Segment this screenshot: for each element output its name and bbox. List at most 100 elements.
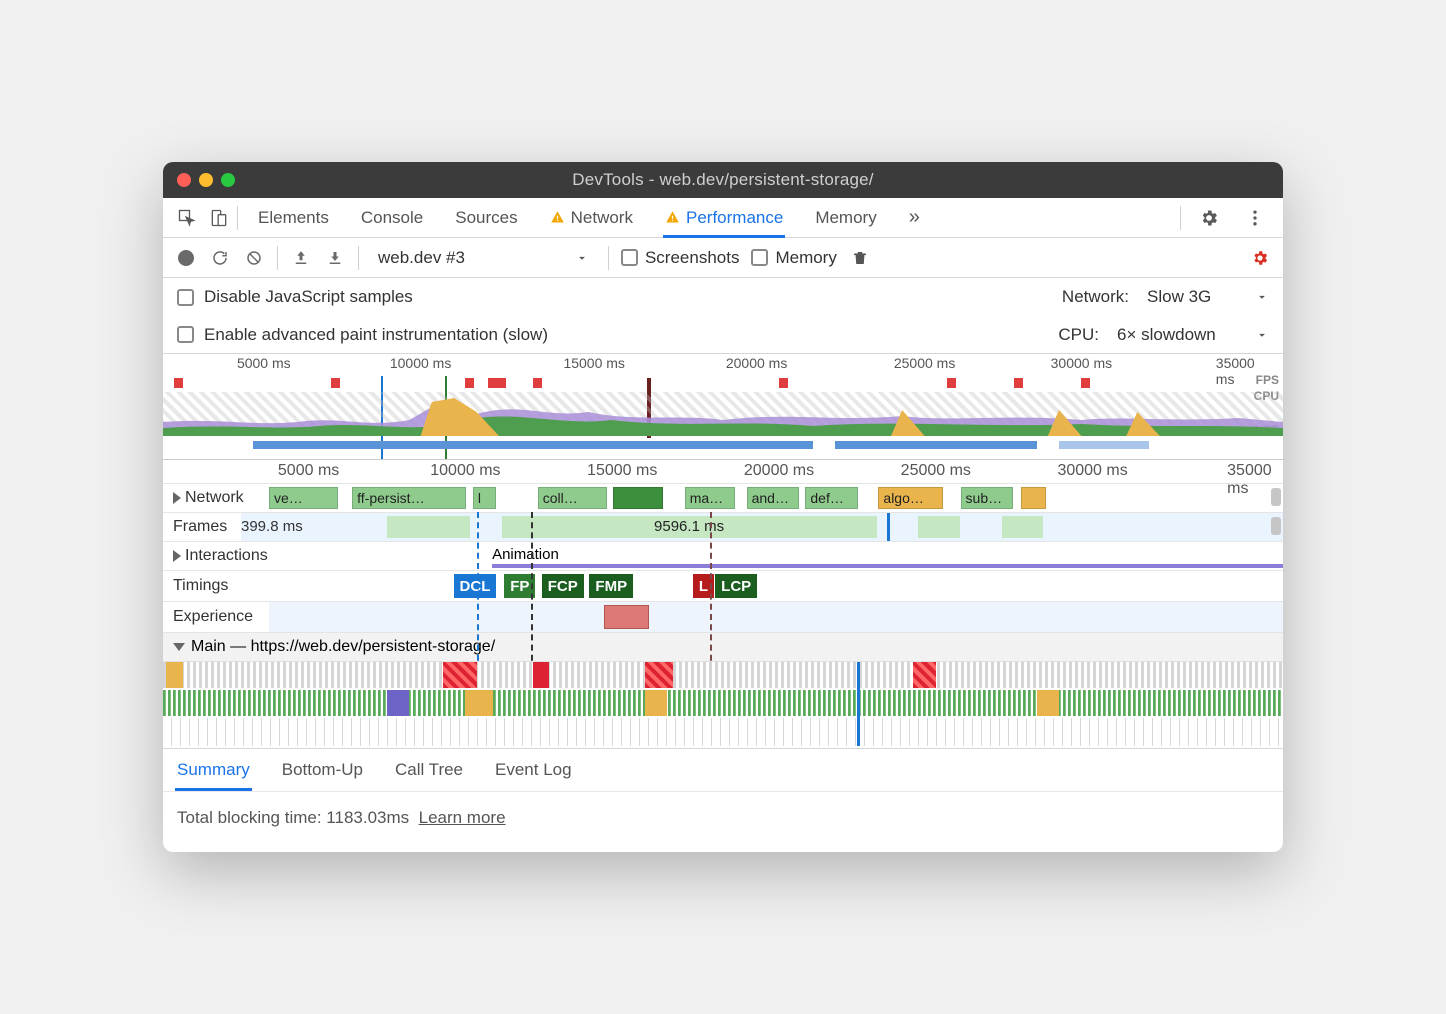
track-interactions[interactable]: Interactions Animation [163,542,1283,571]
maximize-window-button[interactable] [221,173,235,187]
network-throttle-label: Network: [1062,287,1129,307]
summary-panel: Total blocking time: 1183.03ms Learn mor… [163,792,1283,852]
tab-console[interactable]: Console [359,198,425,237]
recording-select[interactable]: web.dev #3 [371,244,596,272]
tab-performance[interactable]: Performance [663,198,785,237]
minimize-window-button[interactable] [199,173,213,187]
network-request-bar[interactable] [613,487,664,509]
detail-ruler[interactable]: 5000 ms 10000 ms 15000 ms 20000 ms 25000… [163,460,1283,484]
tab-sources[interactable]: Sources [453,198,519,237]
separator [608,246,609,270]
layout-shift-block[interactable] [604,605,650,629]
scrollbar-thumb[interactable] [1271,488,1281,506]
tab-event-log[interactable]: Event Log [493,750,574,790]
warning-icon [550,210,565,225]
scrollbar-thumb[interactable] [1271,517,1281,535]
network-request-bar[interactable]: def… [805,487,858,509]
playhead-marker[interactable] [887,513,890,541]
chevron-down-icon[interactable] [1255,328,1269,342]
tab-bottom-up[interactable]: Bottom-Up [280,750,365,790]
record-button[interactable] [175,247,197,269]
settings-icon[interactable] [1195,204,1223,232]
disable-js-checkbox[interactable] [177,289,194,306]
devtools-window: DevTools - web.dev/persistent-storage/ E… [163,162,1283,852]
network-request-bar[interactable]: algo… [878,487,943,509]
separator [237,206,238,230]
network-lane[interactable]: ve… ff-persist… l coll… ma… and…def… algo… sub… [269,484,1283,512]
collapse-icon[interactable] [173,643,185,651]
interaction-label: Animation [492,546,559,563]
network-request-bar[interactable] [1021,487,1045,509]
network-request-bar[interactable]: ma… [685,487,736,509]
frames-lane[interactable]: 399.8 ms 9596.1 ms [241,513,1283,541]
screenshots-checkbox[interactable]: Screenshots [621,248,740,268]
network-request-bar[interactable]: coll… [538,487,607,509]
expand-icon[interactable] [173,550,181,562]
timing-badge-fmp[interactable]: FMP [589,574,633,598]
performance-toolbar: web.dev #3 Screenshots Memory [163,238,1283,278]
overview-timeline[interactable]: 5000 ms 10000 ms 15000 ms 20000 ms 25000… [163,354,1283,460]
enable-paint-checkbox[interactable] [177,326,194,343]
cpu-throttle-label: CPU: [1058,325,1099,345]
recording-name: web.dev #3 [378,248,465,268]
track-experience[interactable]: Experience [163,602,1283,633]
timing-badge-fcp[interactable]: FCP [542,574,584,598]
tbt-value: 1183.03ms [326,808,409,827]
inspect-element-icon[interactable] [173,204,201,232]
tab-summary[interactable]: Summary [175,750,252,790]
disable-js-label: Disable JavaScript samples [204,287,413,307]
main-thread-label: Main — https://web.dev/persistent-storag… [191,638,495,656]
network-request-bar[interactable]: and… [747,487,800,509]
main-tabstrip: Elements Console Sources Network Perform… [163,198,1283,238]
timings-lane[interactable]: DCLFPFCPFMPLLCP [269,571,1283,601]
window-titlebar[interactable]: DevTools - web.dev/persistent-storage/ [163,162,1283,198]
tab-elements[interactable]: Elements [256,198,331,237]
chevron-down-icon [575,251,589,265]
option-row-js-samples: Disable JavaScript samples Network: Slow… [163,278,1283,316]
timing-badge-dcl[interactable]: DCL [454,574,497,598]
tabs-overflow[interactable]: » [907,198,922,237]
window-title: DevTools - web.dev/persistent-storage/ [163,170,1283,190]
track-frames[interactable]: Frames 399.8 ms 9596.1 ms [163,513,1283,542]
download-icon[interactable] [324,247,346,269]
traffic-lights [177,173,235,187]
track-main-header[interactable]: Main — https://web.dev/persistent-storag… [163,633,1283,662]
cpu-usage-area [163,392,1283,436]
separator [1180,206,1181,230]
chevron-down-icon[interactable] [1255,290,1269,304]
track-timings[interactable]: Timings DCLFPFCPFMPLLCP [163,571,1283,602]
network-request-bar[interactable]: ve… [269,487,338,509]
bottom-tabstrip: Summary Bottom-Up Call Tree Event Log [163,748,1283,792]
memory-checkbox[interactable]: Memory [751,248,836,268]
kebab-menu-icon[interactable] [1241,204,1269,232]
device-toolbar-icon[interactable] [205,204,233,232]
separator [277,246,278,270]
main-flame-chart[interactable] [163,662,1283,748]
network-throttle-value[interactable]: Slow 3G [1147,287,1237,307]
network-request-bar[interactable]: sub… [961,487,1014,509]
frame-duration: 399.8 ms [241,518,303,535]
net-lane [163,438,1283,452]
tab-memory[interactable]: Memory [813,198,878,237]
cpu-throttle-value[interactable]: 6× slowdown [1117,325,1237,345]
warning-icon [665,210,680,225]
frame-duration: 9596.1 ms [502,516,877,538]
panel-tabs: Elements Console Sources Network Perform… [256,198,922,237]
trash-icon[interactable] [849,247,871,269]
tab-call-tree[interactable]: Call Tree [393,750,465,790]
network-request-bar[interactable]: ff-persist… [352,487,466,509]
track-network[interactable]: Network ve…ff-persist…lcoll…ma…and…def…a… [163,484,1283,513]
tab-network[interactable]: Network [548,198,635,237]
learn-more-link[interactable]: Learn more [419,808,506,827]
upload-icon[interactable] [290,247,312,269]
overview-ruler: 5000 ms 10000 ms 15000 ms 20000 ms 25000… [163,354,1283,376]
close-window-button[interactable] [177,173,191,187]
capture-settings-icon[interactable] [1249,247,1271,269]
enable-paint-label: Enable advanced paint instrumentation (s… [204,325,548,345]
clear-button[interactable] [243,247,265,269]
timing-badge-lcp[interactable]: LCP [715,574,757,598]
reload-button[interactable] [209,247,231,269]
expand-icon[interactable] [173,492,181,504]
tbt-label: Total blocking time: [177,808,326,827]
network-request-bar[interactable]: l [473,487,496,509]
